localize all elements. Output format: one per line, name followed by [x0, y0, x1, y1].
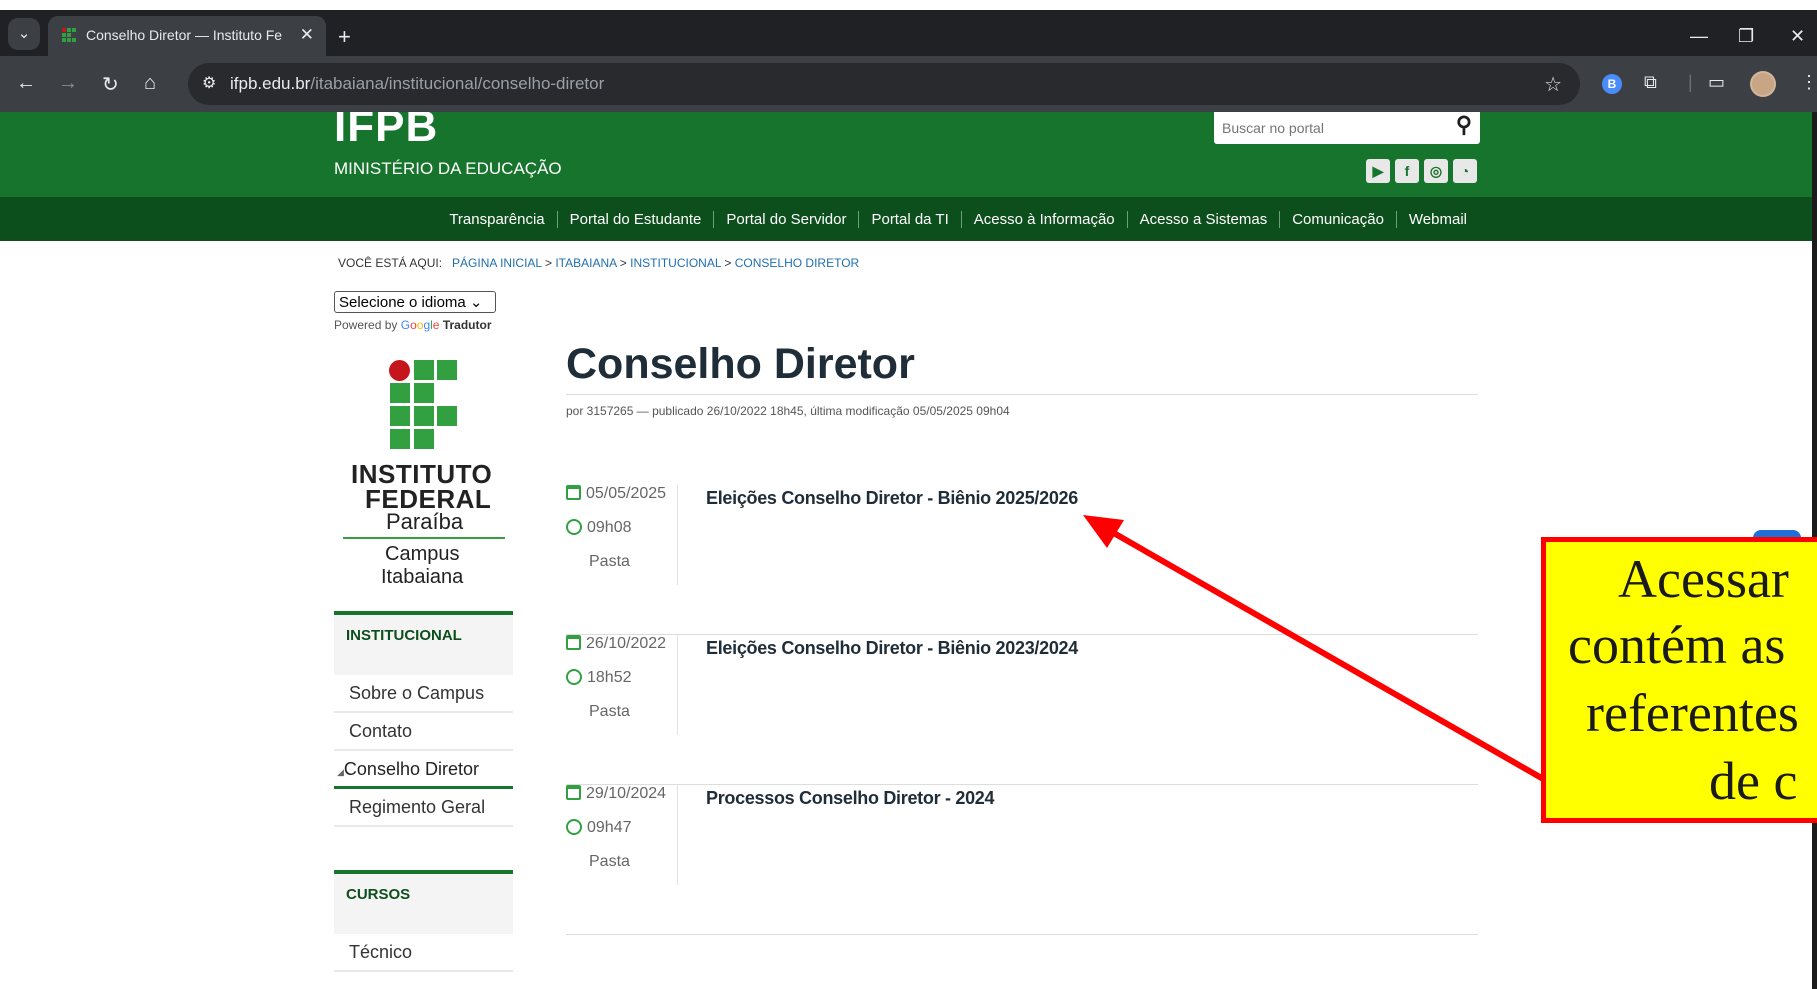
- arrow-shaft: [1096, 521, 1547, 783]
- arrow-head: [1083, 515, 1124, 548]
- annotation-arrow: [1083, 515, 1547, 783]
- callout-line-3: referentes: [1586, 683, 1799, 743]
- callout-line-1: Acessar: [1618, 549, 1789, 609]
- callout-line-2: contém as: [1568, 615, 1786, 675]
- callout-line-4: de c: [1709, 751, 1798, 811]
- annotation-callout: Acessar contém as referentes de c: [1541, 537, 1817, 823]
